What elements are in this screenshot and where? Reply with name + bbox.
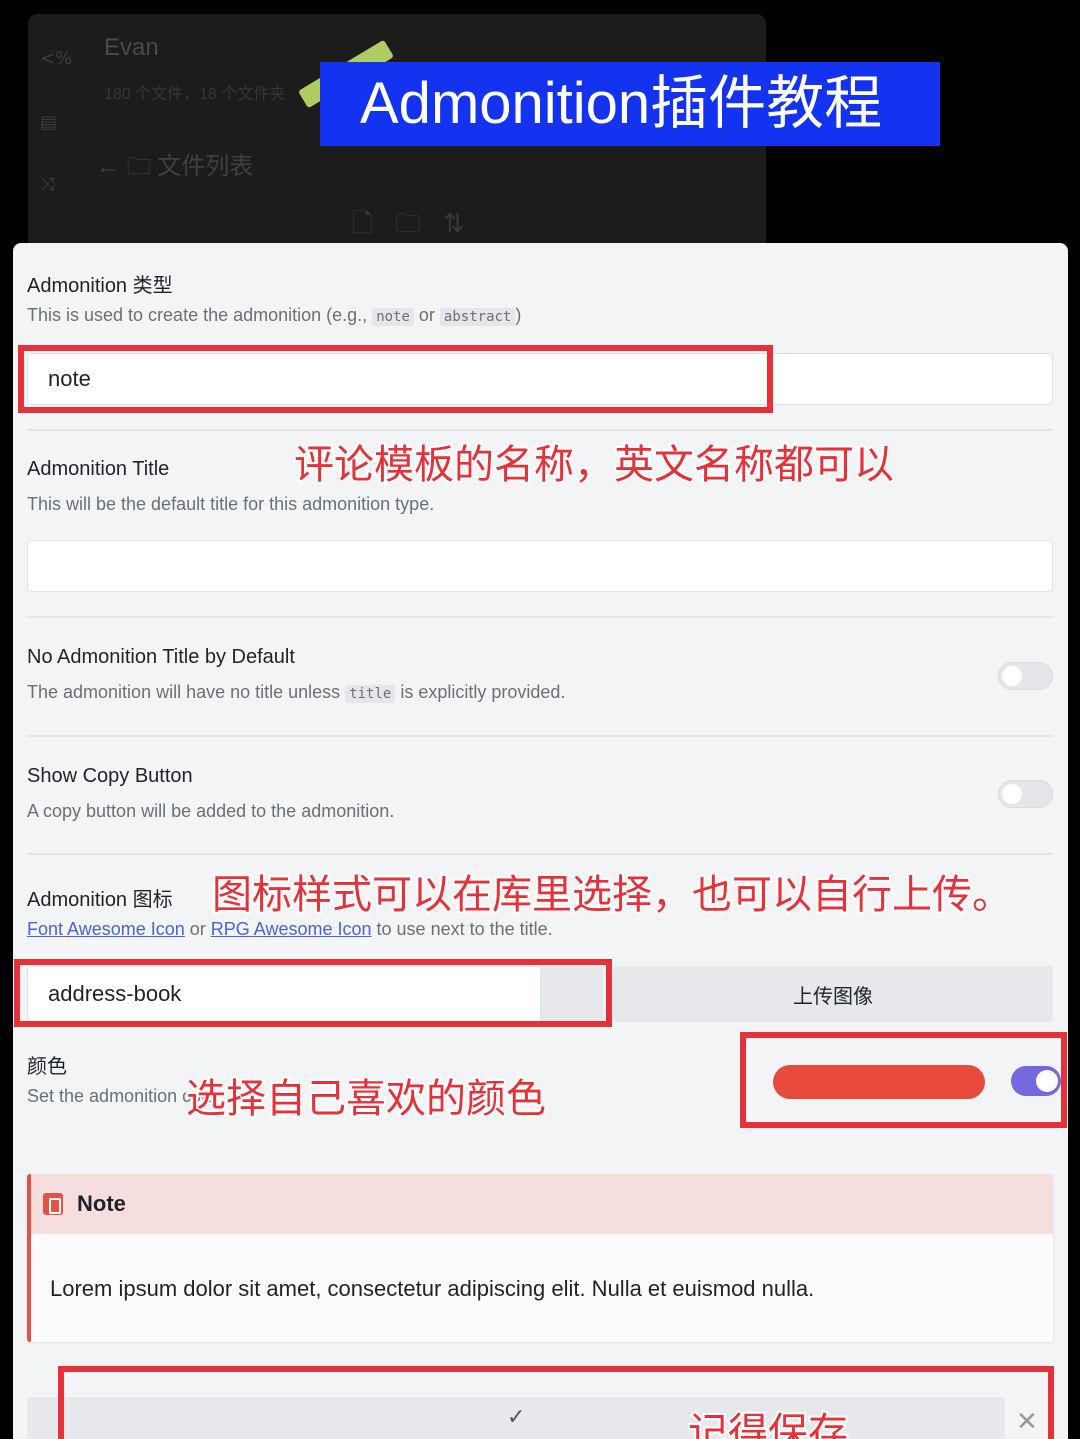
admonition-preview-body: Lorem ipsum dolor sit amet, consectetur …: [50, 1276, 815, 1301]
font-awesome-link[interactable]: Font Awesome Icon: [27, 919, 185, 939]
new-file-icon: 🗋: [352, 209, 395, 239]
annotation-color-note: 选择自己喜欢的颜色: [184, 1075, 548, 1123]
divider: [27, 616, 1053, 618]
admonition-title-description: This will be the default title for this …: [27, 494, 435, 514]
icon-setting-title: Admonition 图标: [27, 889, 173, 911]
annotation-box-save: [58, 1366, 1054, 1439]
divider: [27, 853, 1053, 855]
folder-icon: 🗀: [126, 153, 151, 180]
back-arrow-icon: ←: [96, 153, 120, 180]
divider: [27, 429, 1053, 431]
type-setting-title: Admonition 类型: [27, 275, 173, 297]
no-title-setting-title: No Admonition Title by Default: [27, 646, 295, 668]
new-folder-icon: 🗀: [394, 209, 443, 239]
code-title: title: [345, 685, 396, 703]
toggle-knob: [1002, 784, 1022, 804]
banner-title: Admonition插件教程: [320, 62, 940, 146]
admonition-preview: Note Lorem ipsum dolor sit amet, consect…: [27, 1174, 1053, 1342]
color-setting-title: 颜色: [27, 1056, 67, 1078]
rpg-awesome-link[interactable]: RPG Awesome Icon: [211, 919, 372, 939]
admonition-preview-title: Note: [77, 1191, 126, 1216]
admonition-title-setting-title: Admonition Title: [27, 458, 170, 480]
address-book-icon: [43, 1193, 63, 1215]
no-title-description: The admonition will have no title unless…: [27, 682, 565, 703]
background-user-name: Evan: [104, 34, 159, 61]
layout-icon: ▤: [40, 112, 58, 133]
copy-button-toggle[interactable]: [998, 780, 1053, 808]
copy-button-setting-title: Show Copy Button: [27, 765, 193, 787]
upload-image-button[interactable]: 上传图像: [613, 966, 1053, 1022]
toggle-knob: [1002, 666, 1022, 686]
background-sidebar-rail: <% ▤ ⤨: [28, 14, 80, 254]
no-title-desc-prefix: The admonition will have no title unless: [27, 682, 346, 702]
sort-icon: ⇅: [442, 209, 487, 239]
background-nav-title: 文件列表: [157, 153, 254, 180]
code-note: note: [372, 308, 414, 326]
annotation-type-note: 评论模板的名称，英文名称都可以: [292, 441, 896, 489]
copy-button-description: A copy button will be added to the admon…: [27, 801, 395, 821]
no-title-toggle[interactable]: [998, 662, 1053, 690]
icon-setting-description: Font Awesome Icon or RPG Awesome Icon to…: [27, 919, 553, 940]
background-stats: 180 个文件，18 个文件夹: [104, 86, 286, 103]
annotation-box-type: [18, 345, 773, 413]
admonition-settings-panel: Admonition 类型 This is used to create the…: [13, 243, 1068, 1439]
type-desc-suffix: ): [515, 305, 522, 325]
annotation-icon-note: 图标样式可以在库里选择，也可以自行上传。: [210, 871, 1014, 919]
annotation-save-note: 记得保存: [686, 1409, 850, 1439]
type-desc-prefix: This is used to create the admonition (e…: [27, 305, 373, 325]
no-title-desc-suffix: is explicitly provided.: [395, 682, 566, 702]
annotation-box-icon: [14, 959, 612, 1027]
admonition-title-input[interactable]: [27, 540, 1053, 592]
shuffle-icon: ⤨: [40, 174, 55, 195]
background-nav: ← 🗀 文件列表: [96, 146, 253, 190]
code-icon: <%: [40, 48, 73, 69]
code-abstract: abstract: [439, 308, 516, 326]
type-desc-or: or: [413, 305, 440, 325]
icon-desc-suffix: to use next to the title.: [371, 919, 553, 939]
admonition-preview-header: Note: [31, 1174, 1053, 1234]
annotation-box-color: [740, 1032, 1067, 1128]
type-setting-description: This is used to create the admonition (e…: [27, 305, 521, 326]
icon-desc-or: or: [184, 919, 211, 939]
divider: [27, 735, 1053, 737]
